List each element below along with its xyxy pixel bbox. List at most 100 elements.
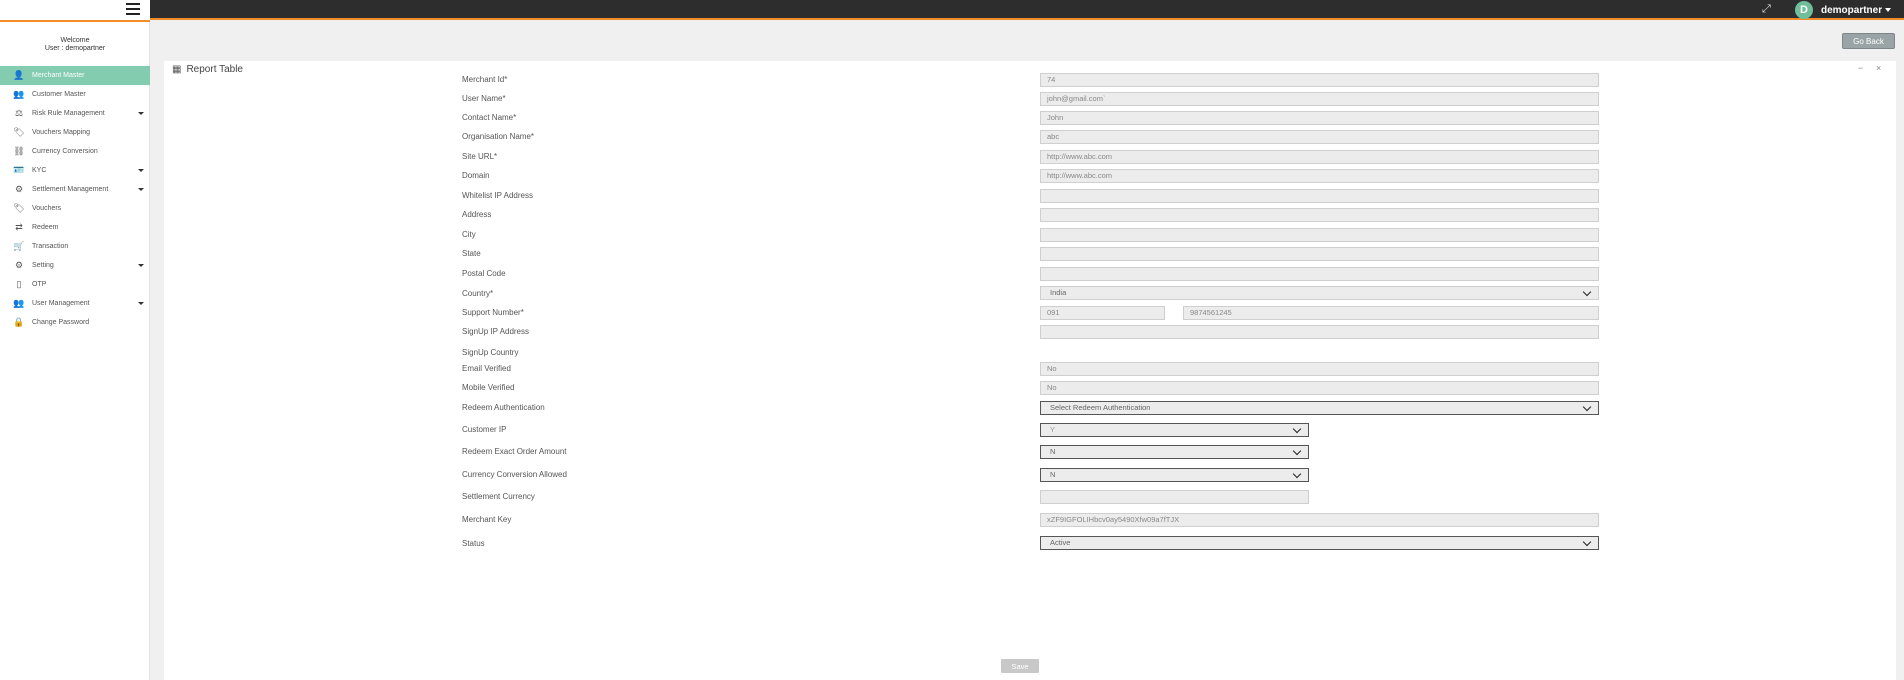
redeem-authentication-value: Select Redeem Authentication	[1050, 403, 1151, 412]
settlement-currency-label: Settlement Currency	[462, 492, 535, 501]
sidebar-item-kyc[interactable]: 🪪 KYC	[0, 161, 150, 180]
chevron-down-icon	[1582, 537, 1592, 547]
mobile-verified-input[interactable]: No	[1040, 381, 1599, 395]
sidebar-item-label: Vouchers	[32, 205, 62, 212]
user-menu[interactable]: D demopartner	[1795, 1, 1892, 19]
redeem-authentication-label: Redeem Authentication	[462, 403, 545, 412]
site-url-input[interactable]: http://www.abc.com	[1040, 150, 1599, 164]
whitelist-ip-label: Whitelist IP Address	[462, 191, 533, 200]
sidebar-item-label: User Management	[32, 300, 90, 307]
customer-ip-value: Y	[1050, 425, 1056, 434]
address-label: Address	[462, 210, 492, 219]
currency-conversion-allowed-label: Currency Conversion Allowed	[462, 470, 567, 479]
site-url-label: Site URL*	[462, 152, 498, 161]
avatar: D	[1795, 1, 1813, 19]
redeem-exact-order-amount-select[interactable]: N	[1040, 445, 1309, 459]
table-icon: ▦	[172, 64, 182, 75]
country-select[interactable]: India	[1040, 286, 1599, 300]
sidebar-item-label: Vouchers Mapping	[32, 129, 90, 136]
mobile-icon: ▯	[16, 279, 22, 289]
currency-conversion-allowed-value: N	[1050, 470, 1056, 479]
user-name: demopartner	[1821, 4, 1883, 16]
close-icon[interactable]: ×	[1876, 63, 1881, 73]
sidebar-item-change-password[interactable]: 🔒 Change Password	[0, 313, 150, 332]
status-label: Status	[462, 539, 485, 548]
merchant-id-label: Merchant Id*	[462, 75, 508, 84]
welcome-label: Welcome	[60, 37, 90, 44]
chevron-down-icon	[1582, 287, 1592, 297]
currency-conversion-allowed-select[interactable]: N	[1040, 468, 1309, 482]
sidebar-nav: 👤 Merchant Master 👥 Customer Master ⚖ Risk Ru…	[0, 66, 150, 332]
postal-code-label: Postal Code	[462, 269, 506, 278]
sidebar-item-vouchers[interactable]: 🏷 Vouchers	[0, 199, 150, 218]
tags-icon: 🏷	[13, 127, 25, 137]
sidebar-item-label: KYC	[32, 167, 47, 174]
merchant-id-input[interactable]: 74	[1040, 73, 1599, 87]
user-name-input[interactable]: john@gmail.com`	[1040, 92, 1599, 106]
sidebar-item-risk-rule-management[interactable]: ⚖ Risk Rule Management	[0, 104, 150, 123]
merchant-key-input[interactable]: xZF9IGFOLIHbcv0ay5490Xfw09a7fTJX	[1040, 513, 1599, 527]
sidebar-item-user-management[interactable]: 👥 User Management	[0, 294, 150, 313]
domain-label: Domain	[462, 171, 490, 180]
sidebar-item-merchant-master[interactable]: 👤 Merchant Master	[0, 66, 150, 85]
user-icon: 👤	[13, 70, 25, 80]
contact-name-input[interactable]: John	[1040, 111, 1599, 125]
sidebar-item-label: Currency Conversion	[32, 148, 98, 155]
id-card-icon: 🪪	[13, 165, 25, 175]
redeem-exact-order-amount-value: N	[1050, 447, 1056, 456]
signup-ip-input[interactable]	[1040, 325, 1599, 339]
sidebar-item-otp[interactable]: ▯ OTP	[0, 275, 150, 294]
customer-ip-select[interactable]: Y	[1040, 423, 1309, 437]
sidebar-item-transaction[interactable]: 🛒 Transaction	[0, 237, 150, 256]
chevron-down-icon	[138, 264, 144, 267]
go-back-button[interactable]: Go Back	[1842, 33, 1895, 49]
email-verified-label: Email Verified	[462, 364, 511, 373]
organisation-name-label: Organisation Name*	[462, 132, 535, 141]
sidebar-item-settlement-management[interactable]: ⚙ Settlement Management	[0, 180, 150, 199]
panel-title: ▦ Report Table	[172, 64, 243, 75]
email-verified-input[interactable]: No	[1040, 362, 1599, 376]
sidebar-item-label: Setting	[32, 262, 54, 269]
mobile-verified-label: Mobile Verified	[462, 383, 515, 392]
sidebar-item-currency-conversion[interactable]: ⛓ Currency Conversion	[0, 142, 150, 161]
contact-name-label: Contact Name*	[462, 113, 517, 122]
report-panel: ▦ Report Table − × Merchant Id* 74 User …	[164, 61, 1896, 680]
save-button[interactable]: Save	[1001, 659, 1039, 673]
settlement-currency-input[interactable]	[1040, 490, 1309, 504]
sidebar-item-redeem[interactable]: ⇄ Redeem	[0, 218, 150, 237]
chevron-down-icon	[1292, 446, 1302, 456]
sidebar-item-label: Change Password	[32, 319, 90, 326]
city-label: City	[462, 230, 476, 239]
sidebar-item-label: Merchant Master	[32, 72, 85, 79]
gear-icon: ⚙	[14, 260, 24, 270]
domain-input[interactable]: http://www.abc.com	[1040, 169, 1599, 183]
customer-ip-label: Customer IP	[462, 425, 507, 434]
state-label: State	[462, 249, 481, 258]
exchange-icon: ⇄	[15, 222, 23, 232]
state-input[interactable]	[1040, 247, 1599, 261]
sidebar-item-label: Redeem	[32, 224, 59, 231]
sidebar-item-vouchers-mapping[interactable]: 🏷 Vouchers Mapping	[0, 123, 150, 142]
hamburger-menu-icon[interactable]	[126, 3, 140, 15]
sidebar-item-setting[interactable]: ⚙ Setting	[0, 256, 150, 275]
lock-icon: 🔒	[13, 317, 25, 327]
support-number-label: Support Number*	[462, 308, 524, 317]
whitelist-ip-input[interactable]	[1040, 189, 1599, 203]
city-input[interactable]	[1040, 228, 1599, 242]
sidebar-item-customer-master[interactable]: 👥 Customer Master	[0, 85, 150, 104]
support-country-code-input[interactable]: 091	[1040, 306, 1165, 320]
minimize-icon[interactable]: −	[1858, 63, 1863, 73]
user-name-label: User Name*	[462, 94, 506, 103]
chevron-down-icon	[1582, 402, 1592, 412]
support-number-input[interactable]: 9874561245	[1183, 306, 1599, 320]
country-value: India	[1050, 288, 1067, 297]
merchant-key-label: Merchant Key	[462, 515, 512, 524]
sidebar-item-label: Risk Rule Management	[32, 110, 105, 117]
organisation-name-input[interactable]: abc	[1040, 130, 1599, 144]
status-select[interactable]: Active	[1040, 536, 1599, 550]
redeem-authentication-select[interactable]: Select Redeem Authentication	[1040, 401, 1599, 415]
address-input[interactable]	[1040, 208, 1599, 222]
postal-code-input[interactable]	[1040, 267, 1599, 281]
fullscreen-icon[interactable]: ⤢	[1762, 3, 1774, 15]
sidebar-item-label: Settlement Management	[32, 186, 109, 193]
